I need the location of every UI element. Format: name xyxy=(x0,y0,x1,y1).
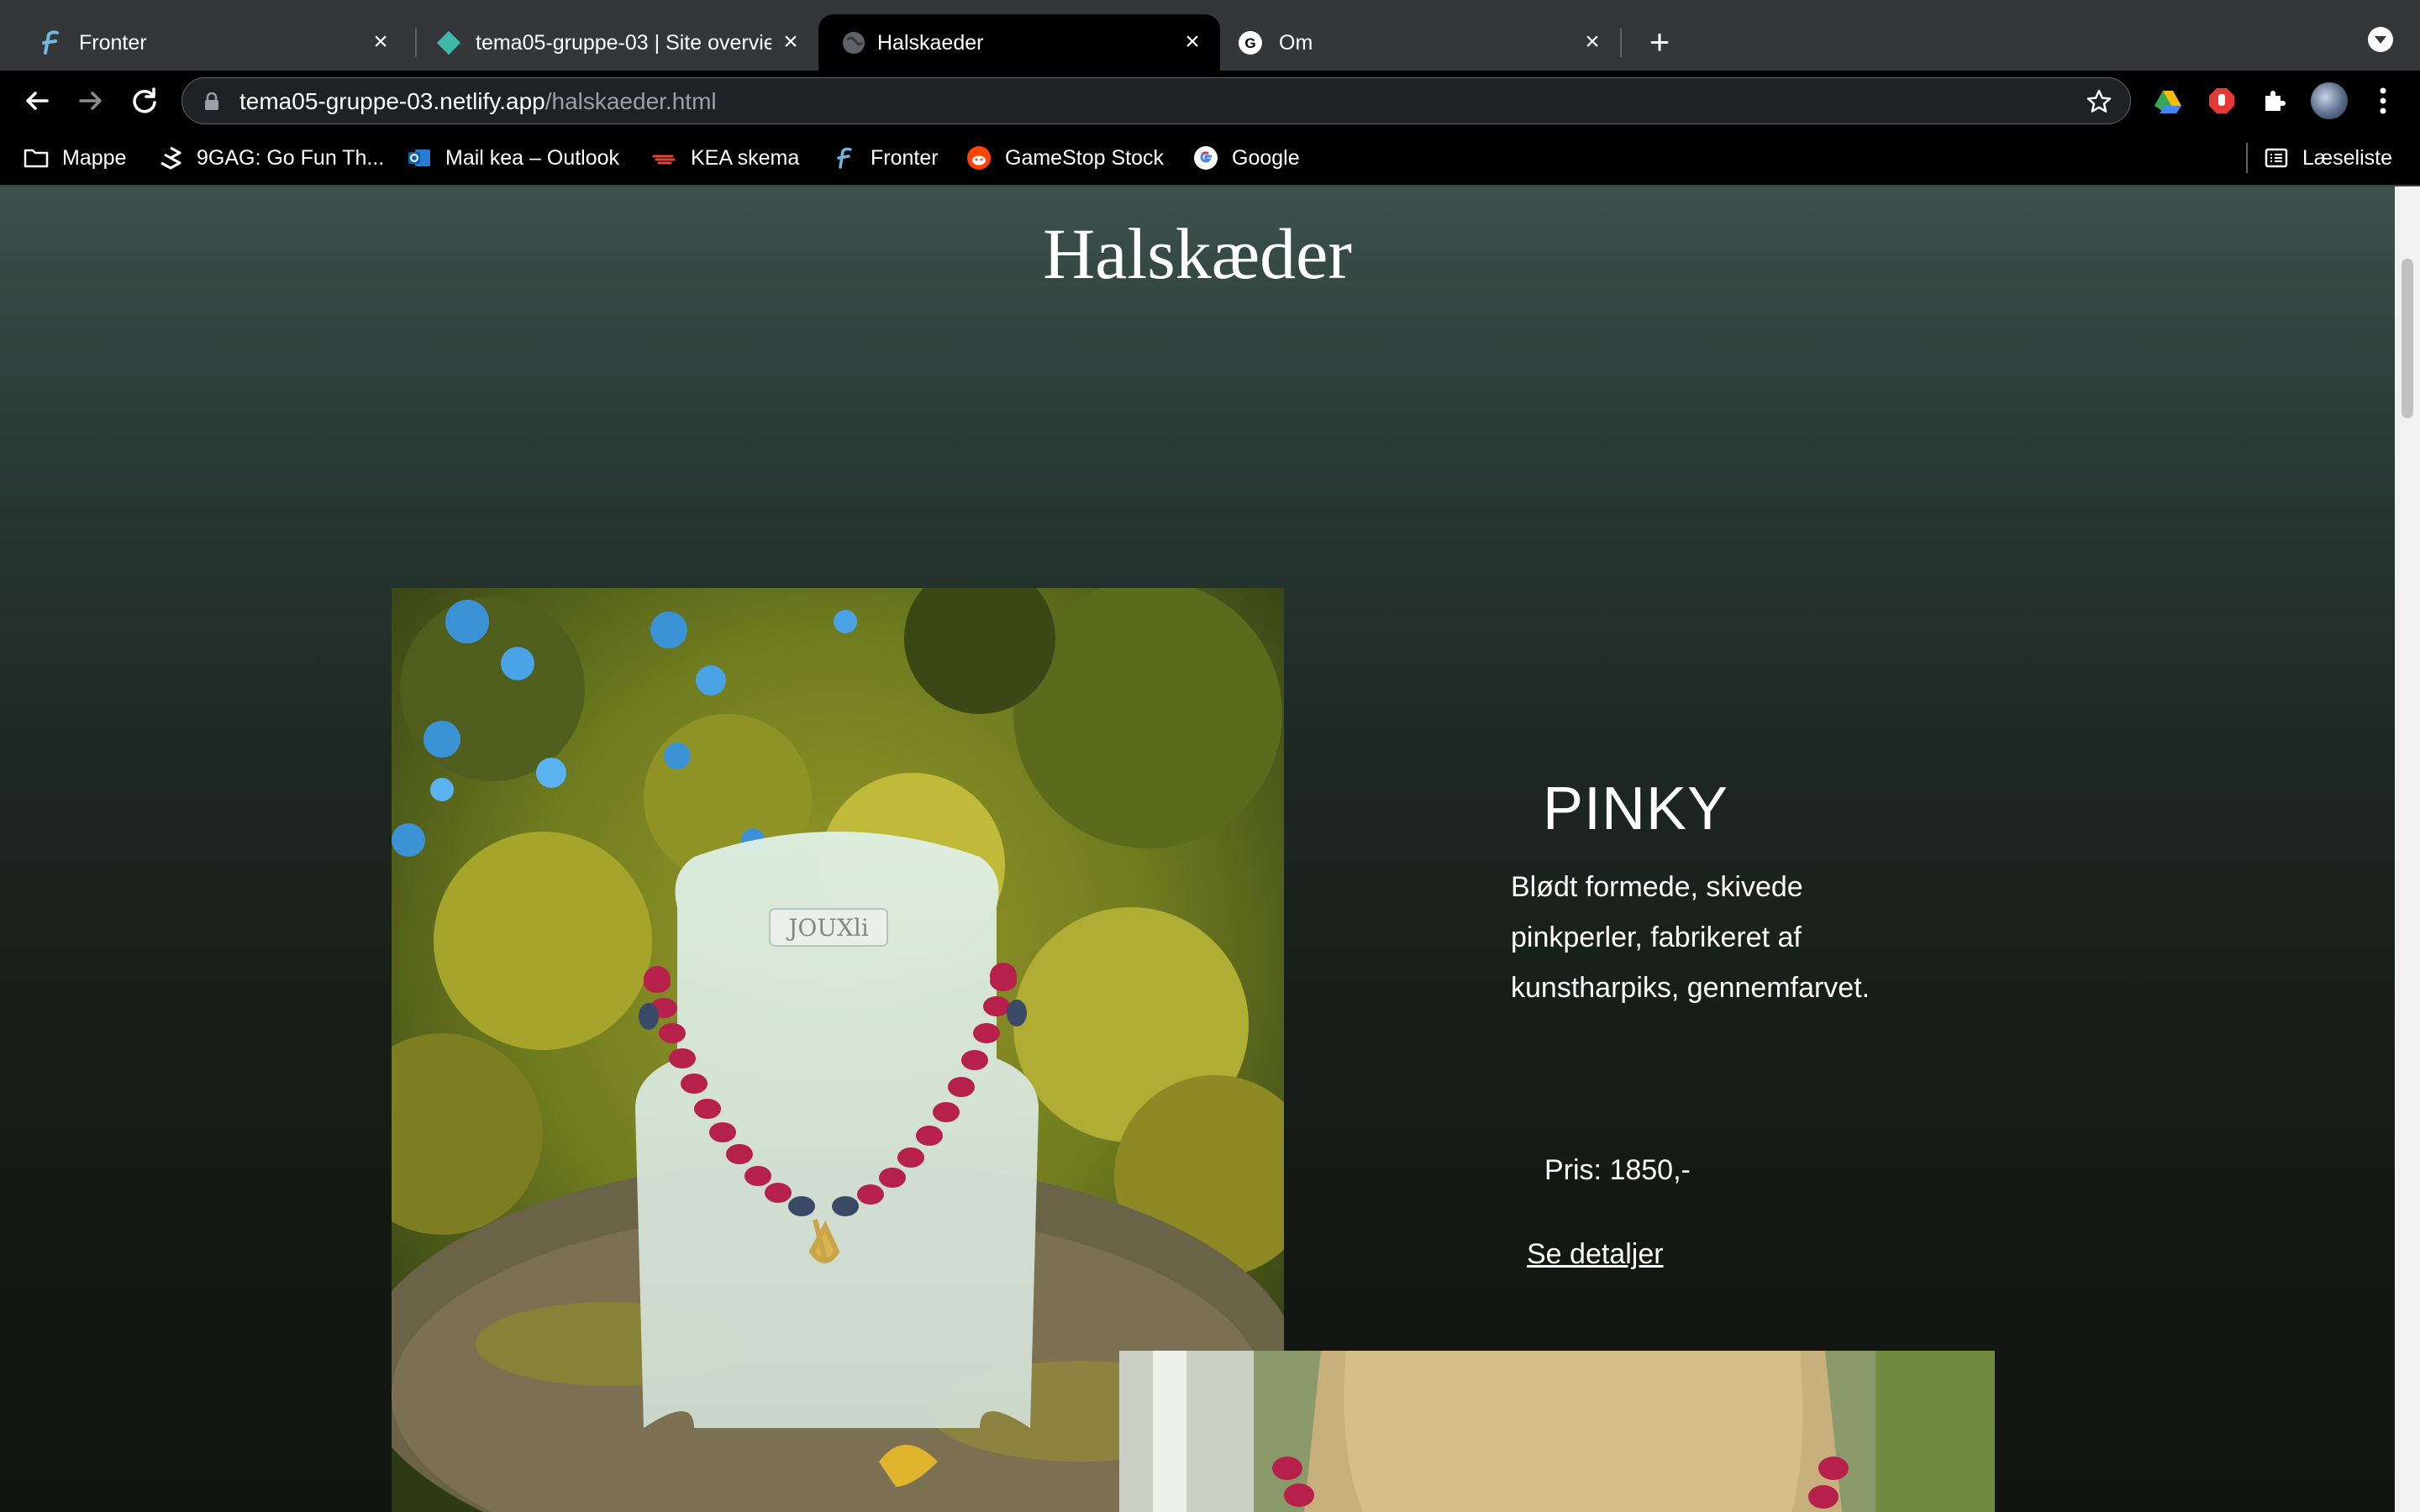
reading-list-icon xyxy=(2265,148,2288,168)
forward-icon[interactable] xyxy=(74,84,108,118)
tab-halskaeder[interactable]: Halskaeder × xyxy=(818,14,1220,71)
browser-toolbar: tema05-gruppe-03.netlify.app/halskaeder.… xyxy=(0,71,2420,131)
kebab-menu-icon[interactable] xyxy=(2378,86,2388,116)
bookmark-star-icon[interactable] xyxy=(2085,87,2113,116)
bookmark-kea[interactable]: KEA skema xyxy=(652,143,799,173)
ninegag-icon xyxy=(160,146,182,170)
github-icon: G xyxy=(1239,31,1262,55)
google-icon xyxy=(1194,146,1218,170)
page-content: Halskæder JOUXli PINKY Blødt formede, sk… xyxy=(0,186,2395,1512)
netlify-icon xyxy=(436,30,461,55)
bookmark-label: Fronter xyxy=(871,145,939,170)
bookmark-label: Mail kea – Outlook xyxy=(445,145,620,170)
tab-search-icon[interactable] xyxy=(2368,27,2393,52)
reddit-icon xyxy=(967,146,991,170)
tab-title: Halskaeder xyxy=(877,31,984,55)
product-name: PINKY xyxy=(1543,775,1729,843)
new-tab-button[interactable]: + xyxy=(1643,24,1676,60)
product-price: Pris: 1850,- xyxy=(1544,1154,1691,1186)
url-path: /halskaeder.html xyxy=(544,88,717,114)
tab-title: Fronter xyxy=(79,31,147,55)
svg-text:G: G xyxy=(1244,35,1255,51)
bookmark-9gag[interactable]: 9GAG: Go Fun Th... xyxy=(158,143,384,173)
kea-icon xyxy=(652,155,676,165)
bookmark-separator xyxy=(2246,143,2248,173)
tab-netlify[interactable]: tema05-gruppe-03 | Site overview × xyxy=(422,14,817,71)
reading-list-label: Læseliste xyxy=(2302,145,2392,170)
url-text: tema05-gruppe-03.netlify.app/halskaeder.… xyxy=(239,78,717,124)
product-image-2[interactable] xyxy=(1119,1351,1995,1512)
extensions-icon[interactable] xyxy=(2259,86,2289,116)
tab-title: Om xyxy=(1279,31,1313,55)
tab-om[interactable]: G Om × xyxy=(1222,14,1623,71)
bookmark-label: GameStop Stock xyxy=(1005,145,1164,170)
tab-fronter[interactable]: Fronter × xyxy=(7,14,408,71)
tab-separator xyxy=(415,29,417,57)
tab-title: tema05-gruppe-03 | Site overview xyxy=(476,31,771,55)
lock-icon[interactable] xyxy=(204,92,219,111)
fronter-icon xyxy=(42,30,59,55)
stand-logo: JOUXli xyxy=(786,914,869,942)
outlook-icon xyxy=(408,150,430,166)
bookmark-label: KEA skema xyxy=(691,145,800,170)
bookmarks-bar: Mappe 9GAG: Go Fun Th... Mail kea – Outl… xyxy=(0,131,2420,186)
reload-icon[interactable] xyxy=(128,84,161,118)
product-description: Blødt formede, skivede pinkperler, fabri… xyxy=(1511,871,1870,1004)
reading-list-button[interactable]: Læseliste xyxy=(2264,143,2392,173)
back-icon[interactable] xyxy=(20,84,54,118)
bookmark-mappe[interactable]: Mappe xyxy=(24,143,126,173)
tab-strip: Fronter × tema05-gruppe-03 | Site overvi… xyxy=(0,0,2420,71)
close-tab-icon[interactable]: × xyxy=(1180,29,1205,55)
globe-icon xyxy=(843,32,865,54)
bookmark-label: 9GAG: Go Fun Th... xyxy=(197,145,385,170)
bookmark-label: Google xyxy=(1232,145,1300,170)
close-tab-icon[interactable]: × xyxy=(368,29,393,55)
url-host: tema05-gruppe-03.netlify.app xyxy=(239,88,545,114)
tab-separator xyxy=(1620,29,1622,57)
adblock-icon[interactable] xyxy=(2207,86,2237,116)
see-details-link[interactable]: Se detaljer xyxy=(1527,1238,1664,1271)
page-scrollbar[interactable] xyxy=(2395,186,2420,1512)
bookmark-gamestop[interactable]: GameStop Stock xyxy=(966,143,1164,173)
bookmark-google[interactable]: Google xyxy=(1193,143,1300,173)
neck-photo xyxy=(1119,1351,1995,1512)
bookmark-outlook[interactable]: Mail kea – Outlook xyxy=(407,143,619,173)
folder-icon xyxy=(24,149,49,168)
profile-avatar[interactable] xyxy=(2311,82,2348,119)
close-tab-icon[interactable]: × xyxy=(778,29,803,55)
google-drive-icon[interactable] xyxy=(2153,86,2183,116)
page-title: Halskæder xyxy=(1043,213,1352,294)
close-tab-icon[interactable]: × xyxy=(1580,29,1605,55)
bookmark-label: Mappe xyxy=(62,145,127,170)
address-bar[interactable]: tema05-gruppe-03.netlify.app/halskaeder.… xyxy=(182,77,2131,124)
fronter-icon xyxy=(837,147,852,169)
bookmark-fronter[interactable]: Fronter xyxy=(832,143,939,173)
scrollbar-thumb[interactable] xyxy=(2402,259,2413,418)
